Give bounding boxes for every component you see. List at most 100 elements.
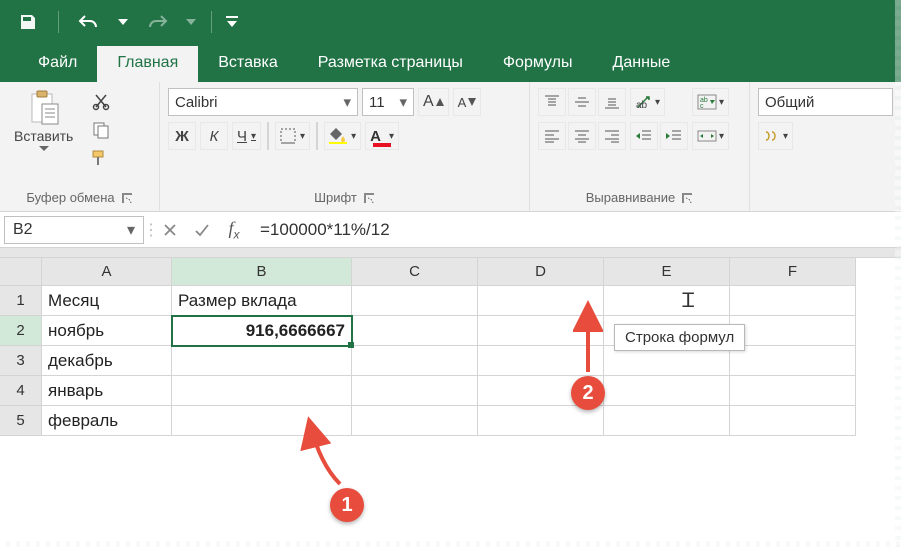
cell-A3[interactable]: декабрь — [42, 346, 172, 376]
cell-F5[interactable] — [730, 406, 856, 436]
name-box-value: B2 — [13, 221, 33, 239]
dialog-launcher-icon[interactable] — [681, 192, 693, 204]
font-size-combo[interactable]: 11 ▾ — [362, 88, 414, 116]
cut-button[interactable] — [87, 90, 115, 114]
row-header-1[interactable]: 1 — [0, 286, 42, 316]
cell-C5[interactable] — [352, 406, 478, 436]
qat-customize-icon[interactable] — [224, 4, 240, 40]
borders-button[interactable]: ▾ — [275, 122, 310, 150]
enter-formula-button[interactable] — [186, 216, 218, 244]
insert-function-button[interactable]: fx — [218, 216, 250, 244]
formula-input[interactable] — [250, 216, 901, 244]
cell-B4[interactable] — [172, 376, 352, 406]
fill-color-button[interactable]: ▾ — [324, 122, 361, 150]
cell-E1[interactable] — [604, 286, 730, 316]
font-name-combo[interactable]: Calibri ▾ — [168, 88, 358, 116]
font-color-button[interactable]: A ▾ — [365, 122, 399, 150]
save-icon[interactable] — [10, 4, 46, 40]
cancel-formula-button[interactable] — [154, 216, 186, 244]
cell-B1[interactable]: Размер вклада — [172, 286, 352, 316]
cell-F3[interactable] — [730, 346, 856, 376]
separator — [267, 122, 269, 150]
accounting-format-button[interactable]: ▾ — [758, 122, 793, 150]
annotation-arrow-1 — [300, 414, 360, 494]
cell-C3[interactable] — [352, 346, 478, 376]
group-alignment-label: Выравнивание — [586, 190, 675, 205]
paste-label: Вставить — [14, 128, 73, 144]
row-header-4[interactable]: 4 — [0, 376, 42, 406]
align-center-button[interactable] — [568, 122, 596, 150]
cell-A2[interactable]: ноябрь — [42, 316, 172, 346]
merge-button[interactable]: ▾ — [692, 122, 729, 150]
svg-text:c: c — [700, 103, 704, 110]
align-left-button[interactable] — [538, 122, 566, 150]
cell-C1[interactable] — [352, 286, 478, 316]
decrease-font-button[interactable]: A — [453, 88, 482, 116]
bold-button[interactable]: Ж — [168, 122, 196, 150]
cell-A1[interactable]: Месяц — [42, 286, 172, 316]
undo-icon[interactable] — [71, 4, 107, 40]
format-painter-button[interactable] — [87, 146, 115, 170]
ribbon: Вставить Буфер обмена — [0, 82, 901, 212]
col-header-F[interactable]: F — [730, 258, 856, 286]
formula-bar: B2 ▾ ⋮ fx — [0, 212, 901, 248]
decrease-indent-button[interactable] — [630, 122, 658, 150]
align-middle-button[interactable] — [568, 88, 596, 116]
chevron-down-icon: ▾ — [343, 93, 351, 111]
separator — [58, 11, 59, 33]
cell-E4[interactable] — [604, 376, 730, 406]
col-header-C[interactable]: C — [352, 258, 478, 286]
redo-icon[interactable] — [139, 4, 175, 40]
col-header-D[interactable]: D — [478, 258, 604, 286]
cell-F2[interactable] — [730, 316, 856, 346]
align-right-button[interactable] — [598, 122, 626, 150]
cell-F4[interactable] — [730, 376, 856, 406]
row-header-3[interactable]: 3 — [0, 346, 42, 376]
tab-formulas[interactable]: Формулы — [483, 46, 593, 82]
increase-indent-button[interactable] — [660, 122, 688, 150]
cell-E5[interactable] — [604, 406, 730, 436]
paste-button[interactable]: Вставить — [8, 88, 79, 186]
wrap-text-button[interactable]: abc▾ — [692, 88, 729, 116]
tab-data[interactable]: Данные — [593, 46, 691, 82]
dialog-launcher-icon[interactable] — [121, 192, 133, 204]
underline-button[interactable]: Ч▾ — [232, 122, 261, 150]
redo-dropdown-icon[interactable] — [183, 4, 199, 40]
col-header-A[interactable]: A — [42, 258, 172, 286]
group-font-label: Шрифт — [314, 190, 357, 205]
col-header-E[interactable]: E — [604, 258, 730, 286]
dialog-launcher-icon[interactable] — [363, 192, 375, 204]
name-box[interactable]: B2 ▾ — [4, 216, 144, 244]
row-header-5[interactable]: 5 — [0, 406, 42, 436]
group-number: Общий ▾ — [750, 82, 901, 211]
cell-F1[interactable] — [730, 286, 856, 316]
cell-B3[interactable] — [172, 346, 352, 376]
tab-home[interactable]: Главная — [97, 46, 198, 82]
separator — [0, 248, 901, 258]
number-format-combo[interactable]: Общий — [758, 88, 893, 116]
chevron-down-icon: ▾ — [127, 220, 135, 240]
cell-B2[interactable]: 916,6666667 — [172, 316, 352, 346]
cell-A4[interactable]: январь — [42, 376, 172, 406]
tab-file[interactable]: Файл — [18, 46, 97, 82]
cell-A5[interactable]: февраль — [42, 406, 172, 436]
italic-button[interactable]: К — [200, 122, 228, 150]
col-header-B[interactable]: B — [172, 258, 352, 286]
align-bottom-button[interactable] — [598, 88, 626, 116]
increase-font-button[interactable]: A — [418, 88, 449, 116]
align-top-button[interactable] — [538, 88, 566, 116]
undo-dropdown-icon[interactable] — [115, 4, 131, 40]
cell-D5[interactable] — [478, 406, 604, 436]
group-font: Calibri ▾ 11 ▾ A A Ж К Ч▾ ▾ — [160, 82, 530, 211]
select-all-corner[interactable] — [0, 258, 42, 286]
cell-C4[interactable] — [352, 376, 478, 406]
chevron-down-icon — [39, 146, 49, 151]
tab-insert[interactable]: Вставка — [198, 46, 297, 82]
orientation-button[interactable]: ab▾ — [630, 88, 665, 116]
cell-C2[interactable] — [352, 316, 478, 346]
text-cursor-icon: Ꮖ — [682, 290, 695, 313]
tab-page-layout[interactable]: Разметка страницы — [298, 46, 483, 82]
copy-button[interactable] — [87, 118, 115, 142]
group-clipboard: Вставить Буфер обмена — [0, 82, 160, 211]
row-header-2[interactable]: 2 — [0, 316, 42, 346]
